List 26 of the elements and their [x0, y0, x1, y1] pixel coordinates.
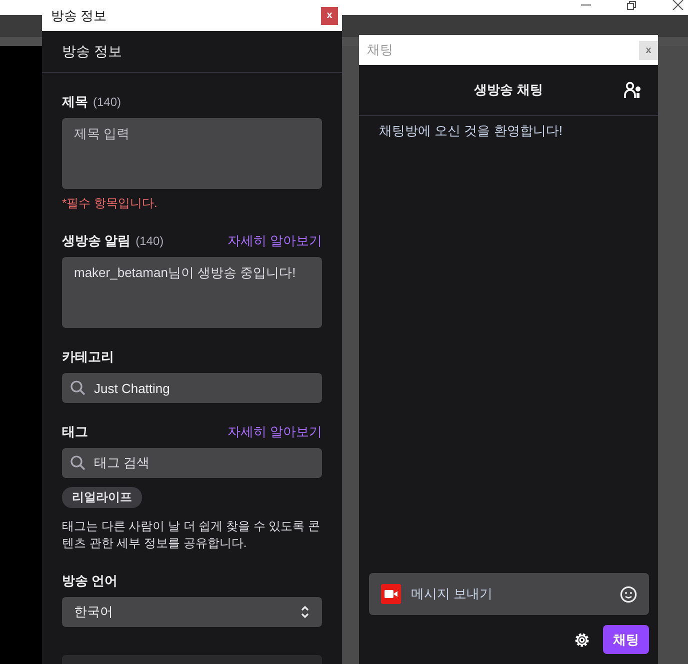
window-title: 방송 정보: [51, 6, 107, 24]
character-count: (140): [136, 234, 164, 248]
notification-input[interactable]: maker_betaman님이 생방송 중입니다!: [62, 257, 322, 328]
tag-search-field[interactable]: 태그 검색: [62, 448, 322, 478]
message-input[interactable]: 메시지 보내기: [369, 573, 649, 615]
chat-message: 채팅방에 오신 것을 환영합니다!: [379, 122, 564, 140]
field-label: 카테고리: [62, 348, 114, 366]
error-message: *필수 항목입니다.: [62, 195, 158, 212]
close-button[interactable]: x: [321, 6, 338, 24]
field-label: 방송 언어: [62, 572, 118, 590]
chat-button[interactable]: 채팅: [603, 625, 649, 654]
character-count: (140): [93, 95, 122, 109]
chat-heading: 생방송 채팅: [474, 81, 543, 99]
title-input[interactable]: 제목 입력: [62, 118, 322, 189]
field-label: 제목: [62, 93, 88, 111]
language-select[interactable]: 한국어: [62, 597, 322, 627]
panel-heading: 방송 정보: [42, 31, 342, 73]
close-button[interactable]: x: [639, 40, 658, 60]
learn-more-link[interactable]: 자세히 알아보기: [227, 423, 322, 441]
field-label: 태그: [62, 423, 88, 441]
help-text: 태그는 다른 사람이 날 더 쉽게 찾을 수 있도록 콘텐츠 관한 세부 정보를 공유합니다.: [62, 518, 322, 552]
category-search-field[interactable]: Just Chatting: [62, 373, 322, 403]
window-title: 채팅: [367, 41, 393, 59]
tag-chip[interactable]: 리얼라이프: [62, 487, 142, 508]
learn-more-link[interactable]: 자세히 알아보기: [227, 232, 322, 250]
field-label: 생방송 알림: [62, 232, 131, 250]
